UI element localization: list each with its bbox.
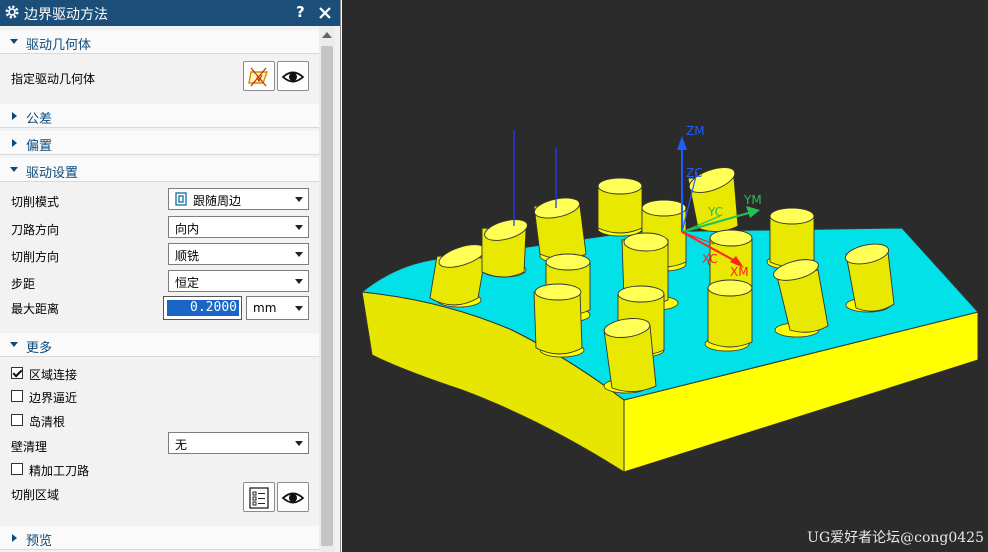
axis-label-zm: ZM bbox=[686, 124, 705, 138]
section-label: 驱动设置 bbox=[26, 166, 79, 181]
collapsed-triangle-icon bbox=[12, 139, 17, 147]
cut-pattern-select[interactable]: 跟随周边 bbox=[168, 188, 309, 210]
max-distance-input[interactable]: 0.2000 bbox=[163, 296, 242, 320]
tool-path-direction-select[interactable]: 向内 bbox=[168, 216, 309, 238]
region-list-icon bbox=[249, 487, 269, 509]
cut-direction-value: 顺铣 bbox=[175, 249, 200, 263]
axis-label-xc: XC bbox=[702, 252, 718, 266]
close-icon[interactable] bbox=[318, 6, 332, 20]
island-cleanup-checkbox[interactable] bbox=[11, 414, 23, 426]
chevron-down-icon bbox=[295, 197, 303, 202]
section-drive-geometry[interactable]: 驱动几何体 bbox=[0, 30, 319, 54]
show-eye-icon bbox=[281, 71, 305, 83]
cut-pattern-label: 切削模式 bbox=[11, 195, 60, 209]
dialog-titlebar: 边界驱动方法 ? bbox=[0, 0, 340, 26]
section-tolerance[interactable]: 公差 bbox=[0, 104, 319, 128]
collapsed-triangle-icon bbox=[12, 112, 17, 120]
section-drive-settings[interactable]: 驱动设置 bbox=[0, 158, 319, 182]
scrollbar-thumb[interactable] bbox=[321, 46, 333, 546]
dialog-title: 边界驱动方法 bbox=[24, 7, 108, 23]
chevron-down-icon bbox=[295, 225, 303, 230]
expanded-triangle-icon bbox=[10, 39, 18, 44]
section-offset[interactable]: 偏置 bbox=[0, 131, 319, 155]
expanded-triangle-icon bbox=[10, 342, 18, 347]
cut-pattern-value: 跟随周边 bbox=[193, 194, 242, 208]
help-icon[interactable]: ? bbox=[296, 3, 305, 21]
boundary-drive-dialog: 边界驱动方法 ? 驱动几何体 指定驱动几何体 公差 偏置 驱动设置 切削模式 跟… bbox=[0, 0, 341, 552]
section-more[interactable]: 更多 bbox=[0, 333, 319, 357]
dialog-content: 驱动几何体 指定驱动几何体 公差 偏置 驱动设置 切削模式 跟随周边 刀路方向 … bbox=[0, 26, 319, 552]
cut-direction-label: 切削方向 bbox=[11, 250, 60, 264]
chevron-down-icon bbox=[295, 279, 303, 284]
unit-value: mm bbox=[253, 301, 277, 315]
show-eye-icon bbox=[281, 492, 305, 504]
axis-label-xm: XM bbox=[730, 265, 749, 279]
expanded-triangle-icon bbox=[10, 167, 18, 172]
section-label: 驱动几何体 bbox=[26, 38, 92, 53]
cut-regions-button[interactable] bbox=[243, 482, 275, 512]
chevron-down-icon bbox=[295, 306, 303, 311]
scroll-up-icon[interactable] bbox=[322, 32, 332, 38]
follow-periphery-icon bbox=[175, 192, 187, 206]
unit-select[interactable]: mm bbox=[246, 296, 309, 320]
finish-passes-checkbox[interactable] bbox=[11, 463, 23, 475]
select-geometry-button[interactable] bbox=[243, 61, 275, 91]
show-geometry-button[interactable] bbox=[277, 61, 309, 91]
wall-cleanup-select[interactable]: 无 bbox=[168, 432, 309, 454]
tool-path-direction-value: 向内 bbox=[175, 222, 200, 236]
tool-path-direction-label: 刀路方向 bbox=[11, 223, 60, 237]
section-label: 更多 bbox=[26, 341, 53, 356]
section-label: 公差 bbox=[26, 112, 53, 127]
part-model bbox=[360, 130, 979, 473]
graphics-viewport[interactable]: ZM ZC YC YM XC XM UG爱好者论坛@cong0425 bbox=[342, 0, 988, 552]
axis-label-zc: ZC bbox=[686, 166, 703, 180]
section-label: 预览 bbox=[26, 534, 53, 549]
region-connect-checkbox[interactable] bbox=[11, 367, 23, 379]
chevron-down-icon bbox=[295, 252, 303, 257]
wall-cleanup-value: 无 bbox=[175, 438, 188, 452]
stepover-select[interactable]: 恒定 bbox=[168, 270, 309, 292]
collapsed-triangle-icon bbox=[12, 534, 17, 542]
watermark-text: UG爱好者论坛@cong0425 bbox=[807, 530, 984, 546]
section-preview[interactable]: 预览 bbox=[0, 526, 319, 550]
axis-label-ym: YM bbox=[744, 193, 762, 207]
chevron-down-icon bbox=[295, 441, 303, 446]
max-distance-label: 最大距离 bbox=[11, 302, 60, 316]
stepover-label: 步距 bbox=[11, 277, 36, 291]
max-distance-value: 0.2000 bbox=[167, 300, 239, 316]
cut-direction-select[interactable]: 顺铣 bbox=[168, 243, 309, 265]
show-cut-regions-button[interactable] bbox=[277, 482, 309, 512]
section-label: 偏置 bbox=[26, 139, 53, 154]
axis-label-yc: YC bbox=[708, 205, 724, 219]
select-geometry-icon bbox=[248, 67, 268, 87]
gear-icon bbox=[5, 5, 19, 19]
specify-drive-geometry-label: 指定驱动几何体 bbox=[11, 72, 96, 86]
dialog-scrollbar[interactable] bbox=[319, 26, 335, 552]
stepover-value: 恒定 bbox=[175, 276, 200, 290]
boundary-approx-checkbox[interactable] bbox=[11, 390, 23, 402]
